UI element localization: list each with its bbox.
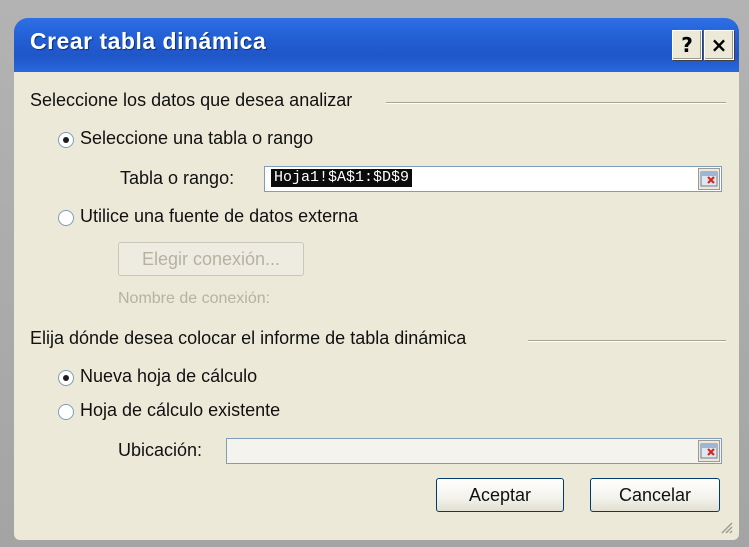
radio-new-sheet[interactable] (58, 370, 74, 386)
radio-external-source-label[interactable]: Utilice una fuente de datos externa (80, 206, 358, 227)
close-button[interactable]: × (704, 30, 734, 60)
dialog-title: Crear tabla dinámica (30, 28, 267, 54)
section-location-divider (528, 340, 726, 342)
section-location-heading: Elija dónde desea colocar el informe de … (30, 328, 467, 348)
title-bar[interactable]: Crear tabla dinámica ? × (14, 18, 739, 72)
radio-external-source[interactable] (58, 210, 74, 226)
dialog-body: Seleccione los datos que desea analizar … (14, 72, 739, 540)
connection-name-label: Nombre de conexión: (118, 290, 271, 307)
radio-existing-sheet[interactable] (58, 404, 74, 420)
section-data-heading: Seleccione los datos que desea analizar (30, 90, 353, 110)
location-field-label: Ubicación: (118, 440, 203, 460)
range-picker-icon[interactable] (698, 168, 720, 190)
cancel-button[interactable]: Cancelar (590, 478, 720, 512)
resize-grip-icon[interactable] (719, 520, 733, 534)
range-input-value: Hoja1!$A$1:$D$9 (271, 169, 413, 187)
screenshot-frame: Crear tabla dinámica ? × Seleccione los … (0, 0, 749, 547)
help-button[interactable]: ? (672, 30, 702, 60)
choose-connection-button[interactable]: Elegir conexión... (118, 242, 304, 276)
radio-new-sheet-label[interactable]: Nueva hoja de cálculo (80, 366, 257, 387)
range-input[interactable]: Hoja1!$A$1:$D$9 (264, 166, 722, 192)
ok-button[interactable]: Aceptar (436, 478, 564, 512)
section-data-divider (386, 102, 726, 104)
radio-table-range[interactable] (58, 132, 74, 148)
radio-existing-sheet-label[interactable]: Hoja de cálculo existente (80, 400, 280, 421)
pivot-table-dialog: Crear tabla dinámica ? × Seleccione los … (14, 18, 739, 540)
radio-table-range-label[interactable]: Seleccione una tabla o rango (80, 128, 313, 149)
range-field-label: Tabla o rango: (120, 168, 235, 188)
location-input[interactable] (226, 438, 722, 464)
range-picker-icon[interactable] (698, 440, 720, 462)
